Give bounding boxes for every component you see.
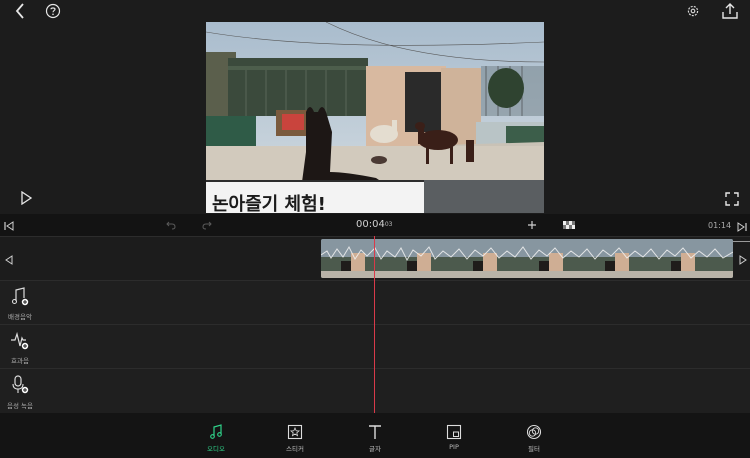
skip-end-icon: [737, 222, 747, 232]
microphone-add-icon: [10, 375, 30, 395]
jump-start-button[interactable]: [3, 220, 15, 232]
video-clip[interactable]: [321, 239, 733, 278]
tool-pip-label: PIP: [449, 443, 459, 451]
question-circle-icon: [45, 3, 61, 19]
add-button[interactable]: [526, 219, 538, 231]
tool-filter-label: 필터: [528, 445, 540, 453]
track-background-music[interactable]: 배경음악: [0, 280, 750, 324]
tool-text-label: 글자: [369, 445, 381, 453]
settings-button[interactable]: [684, 2, 702, 20]
triangle-left-icon: [5, 255, 13, 265]
fullscreen-button[interactable]: [724, 191, 740, 207]
video-clip-thumbnails: [321, 239, 733, 278]
play-button[interactable]: [18, 190, 34, 206]
plus-icon: [528, 221, 536, 229]
video-track-next-button[interactable]: [737, 254, 749, 266]
playhead[interactable]: [374, 236, 375, 413]
end-time: 01:14: [708, 221, 732, 230]
bottom-toolbar: 오디오 스티커 글자 PIP 필터: [0, 413, 750, 458]
play-icon: [21, 191, 32, 205]
redo-button[interactable]: [201, 219, 213, 231]
jump-end-button[interactable]: [736, 221, 748, 233]
gear-icon: [687, 5, 699, 17]
tool-audio-label: 오디오: [207, 445, 225, 453]
tool-audio[interactable]: 오디오: [196, 424, 236, 453]
undo-icon: [166, 221, 176, 230]
current-frames-value: 03: [384, 221, 393, 228]
picture-in-picture-icon: [446, 424, 462, 440]
tool-text[interactable]: 글자: [355, 424, 395, 453]
current-time: 00:0403: [356, 219, 392, 230]
tool-sticker[interactable]: 스티커: [275, 424, 315, 453]
timeline-end-marker: [733, 241, 750, 242]
filter-circles-icon: [526, 424, 542, 440]
video-preview[interactable]: 논아즐기 체험!: [206, 22, 544, 213]
text-t-icon: [369, 425, 381, 439]
back-button[interactable]: [10, 2, 30, 20]
timeline-header: 00:0403 01:14: [0, 214, 750, 236]
triangle-right-icon: [739, 255, 747, 265]
video-track: [0, 236, 750, 280]
chevron-left-icon: [15, 3, 24, 19]
track-voice-record[interactable]: 음성 녹음: [0, 368, 750, 413]
music-note-add-icon: [10, 287, 30, 307]
split-button[interactable]: [562, 220, 576, 230]
fullscreen-icon: [725, 192, 739, 206]
video-track-prev-button[interactable]: [3, 254, 15, 266]
skip-start-icon: [4, 221, 14, 231]
share-button[interactable]: [720, 1, 740, 21]
redo-icon: [202, 221, 212, 230]
tool-sticker-label: 스티커: [286, 445, 304, 453]
track-label-sfx: 효과음: [11, 357, 29, 365]
checker-icon: [563, 221, 575, 229]
preview-sign-text: 논아즐기 체험!: [212, 193, 326, 213]
preview-frame-image: 논아즐기 체험!: [206, 22, 544, 213]
undo-button[interactable]: [165, 219, 177, 231]
tool-pip[interactable]: PIP: [434, 424, 474, 451]
help-button[interactable]: [44, 2, 62, 20]
waveform-add-icon: [10, 331, 30, 351]
track-label-voice: 음성 녹음: [7, 402, 33, 410]
editor-top-area: 논아즐기 체험!: [0, 0, 750, 214]
tool-filter[interactable]: 필터: [514, 424, 554, 453]
upload-icon: [722, 3, 738, 19]
music-note-icon: [210, 424, 222, 439]
star-square-icon: [287, 424, 303, 440]
track-label-bgm: 배경음악: [8, 313, 32, 321]
current-time-value: 00:04: [356, 219, 385, 230]
track-sound-effect[interactable]: 효과음: [0, 324, 750, 368]
